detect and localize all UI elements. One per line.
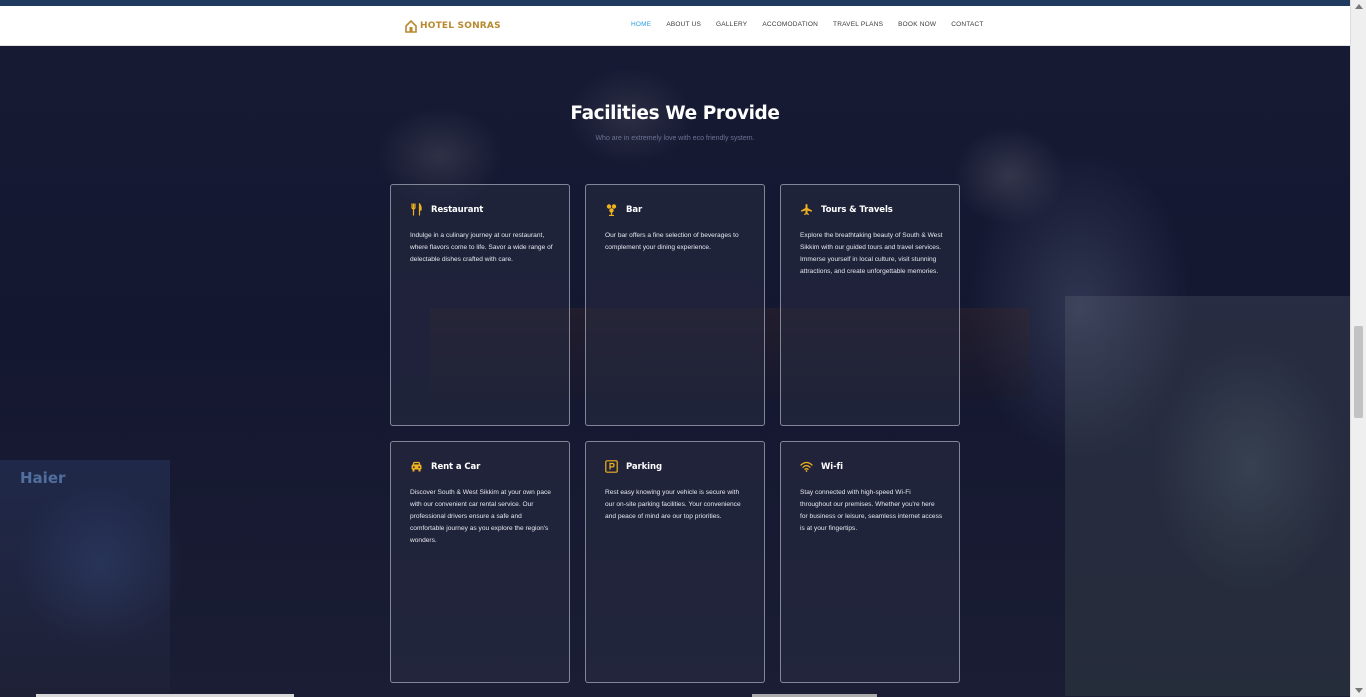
nav-accomodation[interactable]: ACCOMODATION [762, 21, 818, 28]
facility-title: Tours & Travels [821, 204, 893, 215]
background-fridge [0, 460, 170, 697]
main-menu: HOME ABOUT US GALLERY ACCOMODATION TRAVE… [631, 21, 984, 28]
scroll-down-icon[interactable] [1355, 688, 1363, 693]
nav-contact[interactable]: CONTACT [951, 21, 983, 28]
scroll-up-icon[interactable] [1355, 4, 1363, 9]
wifi-icon [800, 461, 813, 472]
navbar: HOTEL SONRAS HOME ABOUT US GALLERY ACCOM… [0, 6, 1350, 46]
facility-title: Wi-fi [821, 461, 843, 472]
facility-title: Rent a Car [431, 461, 481, 472]
background-fridge-brand: Haier [20, 469, 66, 487]
facility-description: Rest easy knowing your vehicle is secure… [605, 489, 741, 520]
facility-card-parking: Parking Rest easy knowing your vehicle i… [585, 441, 765, 683]
hotel-logo-icon [405, 19, 417, 33]
logo-text: HOTEL SONRAS [420, 21, 501, 31]
nav-home[interactable]: HOME [631, 21, 651, 28]
airplane-icon [801, 204, 812, 215]
facility-description: Explore the breathtaking beauty of South… [800, 232, 943, 275]
facility-card-tours-travels: Tours & Travels Explore the breathtaking… [780, 184, 960, 426]
facilities-section: Haier Facilities We Provide Who are in e… [0, 46, 1350, 697]
facility-title: Parking [626, 461, 662, 472]
nav-about-us[interactable]: ABOUT US [666, 21, 701, 28]
scrollbar-thumb[interactable] [1354, 326, 1363, 418]
car-icon [411, 461, 422, 472]
facility-description: Our bar offers a fine selection of bever… [605, 232, 739, 251]
facility-title: Restaurant [431, 204, 484, 215]
facility-title: Bar [626, 204, 643, 215]
nav-travel-plans[interactable]: TRAVEL PLANS [833, 21, 883, 28]
facility-description: Indulge in a culinary journey at our res… [410, 232, 553, 263]
facility-card-wifi: Wi-fi Stay connected with high-speed Wi-… [780, 441, 960, 683]
background-window [1065, 296, 1350, 696]
section-title: Facilities We Provide [570, 103, 780, 124]
cocktail-icon [606, 204, 617, 216]
nav-book-now[interactable]: BOOK NOW [898, 21, 936, 28]
parking-icon [605, 460, 618, 473]
logo[interactable]: HOTEL SONRAS [405, 18, 501, 34]
facility-card-restaurant: Restaurant Indulge in a culinary journey… [390, 184, 570, 426]
facility-description: Discover South & West Sikkim at your own… [410, 489, 551, 544]
nav-gallery[interactable]: GALLERY [716, 21, 747, 28]
utensils-icon [411, 203, 422, 216]
section-subtitle: Who are in extremely love with eco frien… [595, 135, 755, 142]
facility-card-bar: Bar Our bar offers a fine selection of b… [585, 184, 765, 426]
facility-description: Stay connected with high-speed Wi-Fi thr… [800, 489, 943, 532]
facility-card-rent-a-car: Rent a Car Discover South & West Sikkim … [390, 441, 570, 683]
page-scrollbar[interactable] [1350, 0, 1366, 697]
